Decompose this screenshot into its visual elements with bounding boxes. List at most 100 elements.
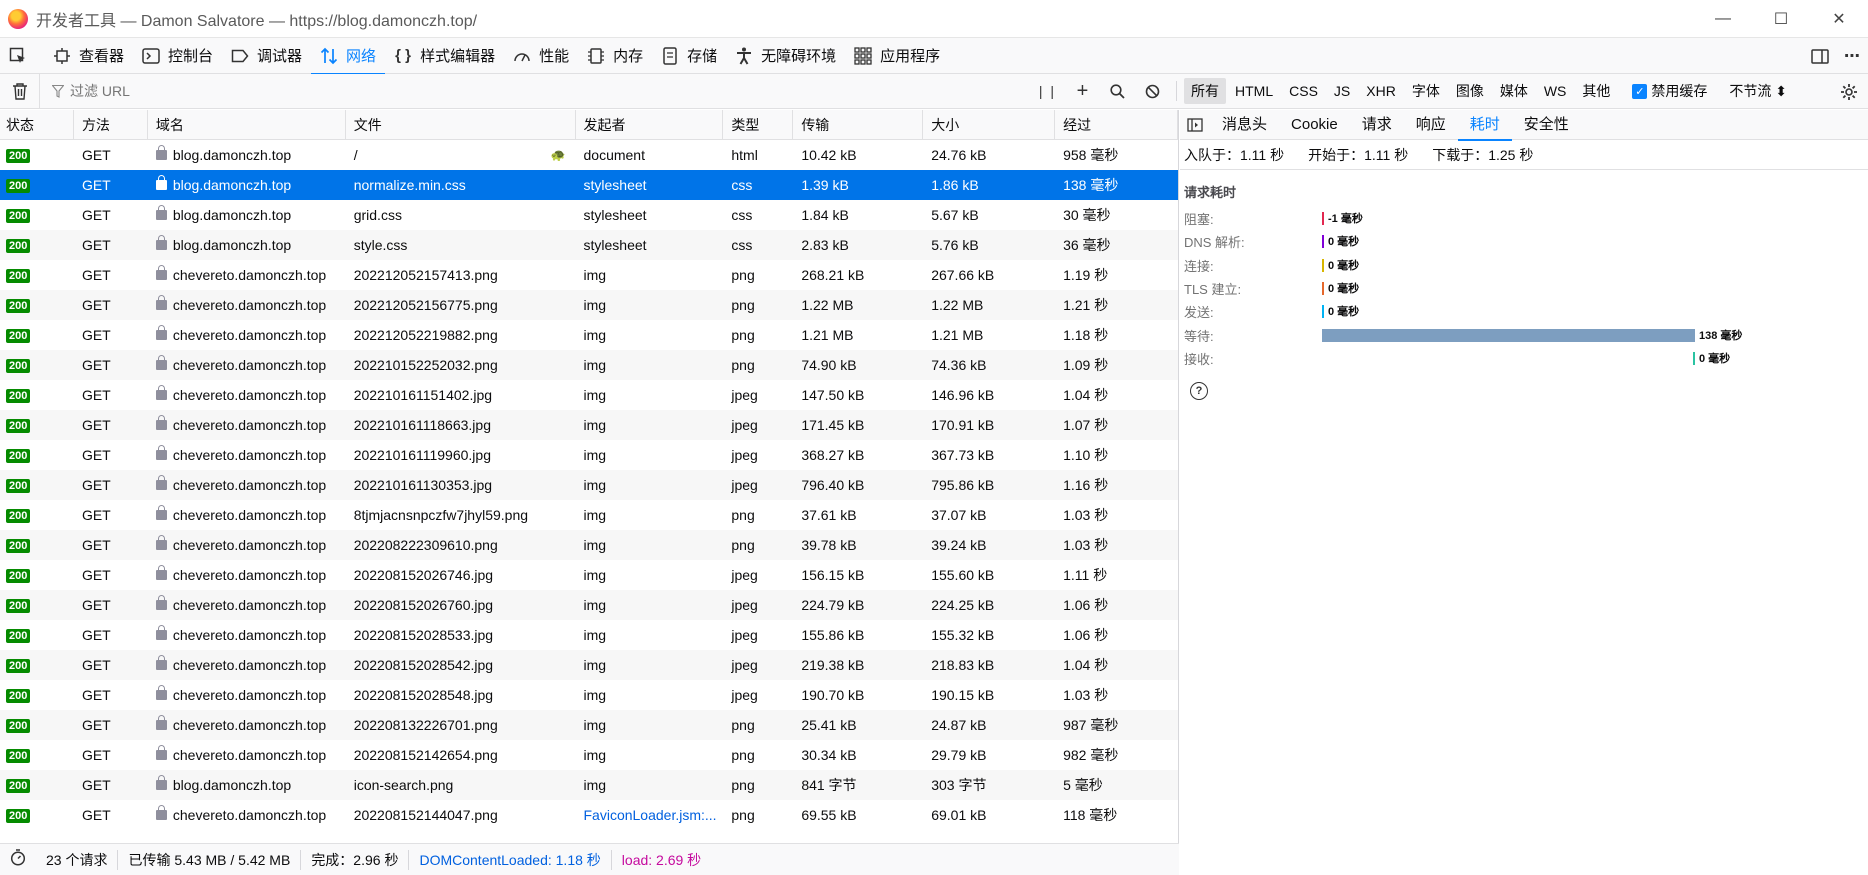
table-row[interactable]: 200 GET blog.damonczh.top grid.css styleshee…: [0, 200, 1178, 230]
table-row[interactable]: 200 GET blog.damonczh.top normalize.min.css…: [0, 170, 1178, 200]
table-row[interactable]: 200 GET chevereto.damonczh.top 202208132226…: [0, 710, 1178, 740]
transferred-cell: 25.41 kB: [801, 717, 857, 733]
minimize-button[interactable]: —: [1694, 0, 1752, 38]
file-cell: 202210161151402.jpg: [346, 380, 576, 410]
type-filter-media[interactable]: 媒体: [1493, 78, 1535, 104]
column-status[interactable]: 状态: [0, 110, 74, 140]
dock-toggle-icon[interactable]: [1804, 47, 1836, 65]
tab-inspector[interactable]: 查看器: [44, 38, 133, 74]
column-size[interactable]: 大小: [923, 110, 1056, 140]
table-row[interactable]: 200 GET chevereto.damonczh.top 202210161151…: [0, 380, 1178, 410]
timing-summary: 入队于：1.11 秒 开始于：1.11 秒 下载于：1.25 秒: [1180, 140, 1868, 170]
column-file[interactable]: 文件: [346, 110, 576, 140]
duration-cell: 1.04 秒: [1063, 657, 1109, 673]
stopwatch-icon[interactable]: [0, 848, 36, 871]
throttle-select[interactable]: 不节流 ⬍: [1729, 81, 1787, 101]
maximize-button[interactable]: ☐: [1752, 0, 1810, 38]
pause-recording-icon[interactable]: | |: [1030, 83, 1065, 99]
type-filter-fonts[interactable]: 字体: [1405, 78, 1447, 104]
disable-cache-checkbox[interactable]: ✓ 禁用缓存: [1632, 81, 1707, 101]
table-row[interactable]: 200 GET chevereto.damonczh.top 202210161118…: [0, 410, 1178, 440]
tab-console[interactable]: 控制台: [133, 38, 222, 74]
table-row[interactable]: 200 GET chevereto.damonczh.top 202208152142…: [0, 740, 1178, 770]
status-badge: 200: [6, 149, 31, 164]
close-window-button[interactable]: ✕: [1810, 0, 1868, 38]
initiator-cell[interactable]: FaviconLoader.jsm:...: [576, 800, 724, 830]
tab-accessibility[interactable]: 无障碍环境: [726, 38, 845, 74]
element-picker-button[interactable]: [0, 38, 44, 74]
type-filter-ws[interactable]: WS: [1537, 80, 1574, 102]
transferred-cell: 74.90 kB: [801, 357, 857, 373]
tab-timings[interactable]: 耗时: [1457, 110, 1512, 141]
table-row[interactable]: 200 GET chevereto.damonczh.top 202208152028…: [0, 620, 1178, 650]
duration-cell: 1.10 秒: [1063, 447, 1109, 463]
tab-request[interactable]: 请求: [1350, 110, 1404, 140]
domain-cell: chevereto.damonczh.top: [148, 350, 346, 380]
table-row[interactable]: 200 GET blog.damonczh.top style.css styleshe…: [0, 230, 1178, 260]
tab-memory[interactable]: 内存: [578, 38, 652, 74]
initiator-cell: img: [583, 777, 607, 793]
type-cell: png: [731, 777, 755, 793]
tab-application[interactable]: 应用程序: [845, 38, 949, 74]
add-request-icon[interactable]: +: [1065, 80, 1100, 103]
table-row[interactable]: 200 GET chevereto.damonczh.top 202208152144…: [0, 800, 1178, 830]
toggle-sidebar-icon[interactable]: [1180, 117, 1210, 132]
domain-text: chevereto.damonczh.top: [172, 267, 327, 283]
column-method[interactable]: 方法: [74, 110, 148, 140]
help-icon[interactable]: ?: [1190, 382, 1208, 401]
type-filter-all[interactable]: 所有: [1184, 78, 1226, 104]
tab-storage-label: 存储: [687, 48, 718, 65]
table-row[interactable]: 200 GET chevereto.damonczh.top 202208222309…: [0, 530, 1178, 560]
tab-style-editor[interactable]: { } 样式编辑器: [385, 38, 504, 74]
load-time: load: 2.69 秒: [621, 851, 702, 868]
tab-response[interactable]: 响应: [1404, 110, 1458, 140]
table-row[interactable]: 200 GET chevereto.damonczh.top 202208152026…: [0, 560, 1178, 590]
tab-headers[interactable]: 消息头: [1210, 110, 1279, 140]
timing-bar: [1322, 305, 1324, 319]
network-settings-button[interactable]: [1840, 74, 1858, 109]
type-filter-css[interactable]: CSS: [1282, 80, 1325, 102]
table-row[interactable]: 200 GET chevereto.damonczh.top 202212052157…: [0, 260, 1178, 290]
table-row[interactable]: 200 GET blog.damonczh.top icon-search.png im…: [0, 770, 1178, 800]
domain-text: blog.damonczh.top: [172, 237, 292, 253]
tab-security[interactable]: 安全性: [1512, 110, 1581, 140]
table-row[interactable]: 200 GET chevereto.damonczh.top 202208152026…: [0, 590, 1178, 620]
type-filter-xhr[interactable]: XHR: [1359, 80, 1403, 102]
status-badge: 200: [6, 509, 31, 524]
table-row[interactable]: 200 GET chevereto.damonczh.top 202212052219…: [0, 320, 1178, 350]
column-transferred[interactable]: 传输: [793, 110, 924, 140]
tab-accessibility-label: 无障碍环境: [761, 48, 837, 65]
timing-label: 阻塞:: [1184, 212, 1214, 228]
search-icon[interactable]: [1100, 83, 1135, 99]
table-row[interactable]: 200 GET chevereto.damonczh.top 202210161119…: [0, 440, 1178, 470]
table-row[interactable]: 200 GET chevereto.damonczh.top 202210152252…: [0, 350, 1178, 380]
block-requests-icon[interactable]: [1135, 84, 1170, 99]
type-filter-images[interactable]: 图像: [1449, 78, 1491, 104]
table-row[interactable]: 200 GET blog.damonczh.top / 🐢 document html 10.…: [0, 140, 1178, 170]
table-row[interactable]: 200 GET chevereto.damonczh.top 8tjmjacnsnpc…: [0, 500, 1178, 530]
clear-requests-button[interactable]: [0, 73, 40, 109]
column-duration[interactable]: 经过: [1055, 110, 1178, 140]
file-cell: 202210161130353.jpg: [346, 470, 576, 500]
tab-storage[interactable]: 存储: [652, 38, 726, 74]
table-row[interactable]: 200 GET chevereto.damonczh.top 202208152028…: [0, 680, 1178, 710]
file-text: 202210161118663.jpg: [353, 417, 491, 433]
type-filter-html[interactable]: HTML: [1228, 80, 1280, 102]
more-options-icon[interactable]: ⋯: [1836, 46, 1868, 66]
type-filter-other[interactable]: 其他: [1575, 78, 1617, 104]
tab-network[interactable]: 网络: [311, 38, 386, 75]
column-domain[interactable]: 域名: [148, 110, 346, 140]
table-row[interactable]: 200 GET chevereto.damonczh.top 202212052156…: [0, 290, 1178, 320]
filter-url-input[interactable]: [70, 83, 970, 99]
table-row[interactable]: 200 GET chevereto.damonczh.top 202210161130…: [0, 470, 1178, 500]
finish-time: 完成：2.96 秒: [301, 849, 410, 870]
status-badge: 200: [6, 419, 31, 434]
tab-cookies[interactable]: Cookie: [1279, 110, 1350, 140]
type-filter-js[interactable]: JS: [1327, 80, 1357, 102]
tab-debugger[interactable]: 调试器: [222, 38, 311, 74]
duration-cell: 1.03 秒: [1063, 687, 1109, 703]
tab-performance[interactable]: 性能: [504, 38, 578, 74]
column-type[interactable]: 类型: [723, 110, 794, 140]
column-initiator[interactable]: 发起者: [576, 110, 724, 140]
table-row[interactable]: 200 GET chevereto.damonczh.top 202208152028…: [0, 650, 1178, 680]
